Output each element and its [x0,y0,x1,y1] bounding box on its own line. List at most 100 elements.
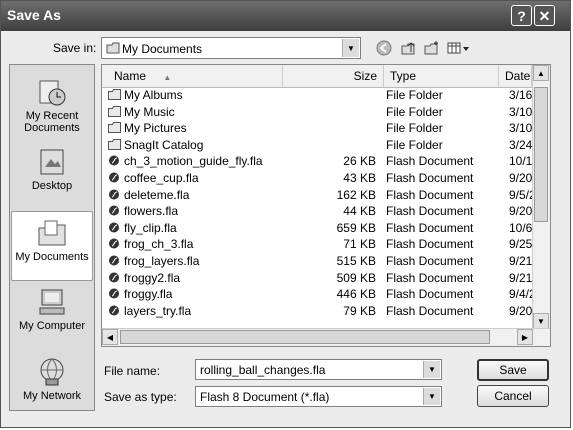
file-size-cell: 44 KB [343,204,376,219]
place-label: My Network [22,390,82,402]
title-bar[interactable]: Save As ? ✕ [1,1,570,31]
file-size-cell: 79 KB [343,303,376,318]
place-label: My Computer [18,320,86,332]
file-name-label: File name: [104,364,161,378]
save-in-dropdown[interactable]: My Documents ▼ [101,37,361,59]
vertical-scroll-thumb[interactable] [534,87,548,222]
file-row[interactable]: flowers.fla44 KBFlash Document9/20/2 [102,203,539,220]
file-name-cell: ch_3_motion_guide_fly.fla [108,153,278,170]
file-name-text: flowers.fla [124,204,179,219]
place-my-network[interactable]: My Network [11,351,93,421]
back-icon[interactable] [375,39,393,57]
file-type-cell: Flash Document [386,303,474,318]
folder-icon [106,42,120,54]
folder-icon [108,105,121,117]
file-name-text: deleteme.fla [124,187,190,202]
place-my-recent-documents[interactable]: My Recent Documents [11,71,93,141]
file-row[interactable]: My MusicFile Folder3/10/2 [102,104,539,121]
save-as-type-dropdown[interactable]: Flash 8 Document (*.fla) ▼ [195,386,442,407]
file-row[interactable]: deleteme.fla162 KBFlash Document9/5/20 [102,187,539,204]
scroll-left-arrow-icon[interactable]: ◀ [102,329,118,345]
views-menu-icon[interactable] [447,39,471,57]
file-size-cell: 446 KB [336,287,376,302]
new-folder-icon[interactable] [423,39,441,57]
flash-document-icon [108,171,121,183]
column-size[interactable]: Size [283,65,384,87]
column-name-label: Name [114,69,147,83]
file-row[interactable]: froggy2.fla509 KBFlash Document9/21/2 [102,270,539,287]
file-name-text: SnagIt Catalog [124,137,204,152]
scroll-up-arrow-icon[interactable]: ▲ [533,65,549,81]
file-type-cell: Flash Document [386,237,474,252]
file-type-cell: Flash Document [386,187,474,202]
file-row[interactable]: frog_layers.fla515 KBFlash Document9/21/… [102,253,539,270]
file-row[interactable]: ch_3_motion_guide_fly.fla 26 KB Flash Docu… [102,153,539,170]
place-my-documents[interactable]: My Documents [11,211,93,281]
recent-documents-icon [35,76,69,108]
chevron-down-icon[interactable]: ▼ [342,39,359,57]
my-network-icon [35,356,69,388]
column-name[interactable]: Name ▲ [102,65,283,87]
file-name-field[interactable]: rolling_ball_changes.fla ▼ [195,359,442,380]
file-row[interactable]: coffee_cup.fla43 KBFlash Document9/20/2 [102,170,539,187]
file-name-value: rolling_ball_changes.fla [200,363,326,377]
file-name-cell: SnagIt Catalog [108,137,278,154]
file-row[interactable]: frog_ch_3.fla71 KBFlash Document9/25/2 [102,236,539,253]
vertical-scrollbar[interactable]: ▲ ▼ [532,65,550,329]
file-name-cell: layers_try.fla [108,303,278,320]
place-label: My Recent Documents [24,110,80,134]
folder-icon [108,121,121,134]
place-my-computer[interactable]: My Computer [11,281,93,351]
column-type[interactable]: Type [384,65,499,87]
horizontal-scroll-thumb[interactable] [120,330,490,344]
file-type-cell: Flash Document [386,287,474,302]
file-name-text: coffee_cup.fla [124,170,199,185]
save-as-type-value: Flash 8 Document (*.fla) [200,390,330,404]
help-button[interactable]: ? [511,5,532,26]
place-desktop[interactable]: Desktop [11,141,93,211]
flash-document-icon [108,154,121,166]
file-row[interactable]: fly_clip.fla659 KBFlash Document10/6/2 [102,220,539,237]
file-row[interactable]: My AlbumsFile Folder3/16/2 [102,87,539,104]
file-type-cell: File Folder [386,137,443,152]
scroll-right-arrow-icon[interactable]: ▶ [517,329,533,345]
file-name-cell: My Music [108,104,278,121]
file-list[interactable]: Name ▲ Size Type Date My Albums File Fold… [101,64,551,347]
save-in-label: Save in: [53,41,97,55]
file-name-cell: My Pictures [108,120,278,137]
file-type-cell: Flash Document [386,253,474,268]
file-size-cell: 515 KB [336,253,376,268]
file-name-cell: deleteme.fla [108,187,278,204]
chevron-down-icon[interactable]: ▼ [423,361,440,378]
file-row[interactable]: layers_try.fla79 KBFlash Document9/20/2 [102,303,539,320]
file-type-cell: Flash Document [386,204,474,219]
file-name-cell: My Albums [108,87,278,104]
flash-document-icon [108,204,121,216]
file-name-cell: frog_layers.fla [108,253,278,270]
save-button[interactable]: Save [477,359,549,381]
file-name-cell: coffee_cup.fla [108,170,278,187]
file-type-cell: File Folder [386,88,443,102]
file-name-cell: frog_ch_3.fla [108,236,278,253]
place-label: Desktop [31,180,73,192]
horizontal-scrollbar[interactable]: ◀ ▶ [102,328,550,346]
file-name-text: My Albums [124,88,183,102]
scroll-down-arrow-icon[interactable]: ▼ [533,313,549,329]
desktop-icon [35,146,69,178]
column-header: Name ▲ Size Type Date [102,65,532,88]
up-folder-icon[interactable] [399,39,417,57]
save-as-type-label: Save as type: [104,390,177,404]
file-size-cell: 71 KB [343,237,376,252]
cancel-button[interactable]: Cancel [477,385,549,407]
file-type-cell: Flash Document [386,154,474,169]
dialog-title: Save As [7,7,61,23]
file-row[interactable]: My PicturesFile Folder3/10/2 [102,120,539,137]
file-name-cell: froggy.fla [108,286,278,303]
my-computer-icon [35,286,69,318]
file-row[interactable]: froggy.fla446 KBFlash Document9/4/20 [102,286,539,303]
column-date[interactable]: Date [499,65,532,87]
chevron-down-icon[interactable]: ▼ [423,388,440,405]
file-size-cell: 43 KB [343,170,376,185]
close-button[interactable]: ✕ [534,5,555,26]
file-row[interactable]: SnagIt CatalogFile Folder3/24/2 [102,137,539,154]
